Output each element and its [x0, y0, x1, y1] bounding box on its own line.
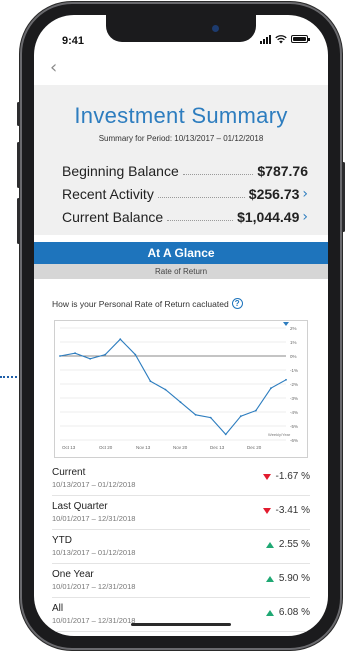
- return-period-dates: 10/01/2017 – 12/31/2018: [52, 616, 136, 625]
- recent-activity-value: $256.73: [248, 186, 300, 202]
- return-percent: 6.08 %: [278, 607, 310, 618]
- y-tick-label: -6%: [290, 438, 298, 443]
- current-balance-label: Current Balance: [62, 209, 164, 225]
- x-tick-label: Nov 20: [173, 445, 188, 450]
- return-period-dates: 10/01/2017 – 12/31/2018: [52, 582, 136, 591]
- data-point: [239, 415, 242, 418]
- triangle-down-icon: [262, 473, 271, 480]
- back-button[interactable]: ‹: [50, 57, 57, 78]
- triangle-up-icon: [265, 575, 274, 582]
- camera-icon: [212, 25, 219, 32]
- return-period-name: YTD: [52, 535, 72, 546]
- phone-screen: 9:41 ‹ Investment Summary Summary for Pe…: [34, 15, 328, 636]
- data-point: [134, 353, 137, 356]
- ror-question-text: How is your Personal Rate of Return cacl…: [52, 298, 229, 309]
- current-balance-value: $1,044.49: [237, 209, 300, 225]
- recent-activity-label: Recent Activity: [62, 186, 154, 202]
- y-tick-label: -3%: [290, 396, 298, 401]
- volume-down-button: [17, 198, 20, 244]
- help-icon[interactable]: ?: [231, 298, 243, 309]
- recent-activity-row[interactable]: Recent Activity $256.73 ›: [62, 184, 308, 202]
- list-item[interactable]: Last Quarter 10/01/2017 – 12/31/2018 -3.41…: [52, 496, 310, 530]
- x-tick-label: Dec 13: [210, 445, 225, 450]
- return-value: -3.41 %: [262, 505, 310, 516]
- triangle-up-icon: [265, 541, 274, 548]
- page-title: Investment Summary: [74, 103, 288, 128]
- list-item[interactable]: Current 10/13/2017 – 01/12/2018 -1.67 %: [52, 462, 310, 496]
- return-percent: -1.67 %: [275, 471, 310, 482]
- y-tick-label: 2%: [290, 326, 297, 331]
- data-point: [224, 433, 227, 436]
- mute-switch: [17, 102, 20, 126]
- return-value: -1.67 %: [262, 471, 310, 482]
- leader-dots: [182, 174, 254, 175]
- triangle-down-icon: [262, 507, 271, 514]
- battery-icon: [291, 35, 310, 43]
- beginning-balance-value: $787.76: [257, 163, 308, 179]
- current-balance-row[interactable]: Current Balance $1,044.49 ›: [62, 207, 308, 225]
- data-point: [270, 387, 272, 390]
- x-tick-label: Nov 13: [136, 445, 151, 450]
- rate-of-return-bar: Rate of Return: [34, 264, 328, 279]
- leader-dots: [157, 197, 245, 198]
- status-time: 9:41: [62, 35, 85, 47]
- data-point: [149, 380, 152, 383]
- status-icons: [260, 34, 310, 44]
- x-tick-label: Oct 13: [62, 445, 76, 450]
- wifi-icon: [275, 34, 287, 43]
- beginning-balance-row: Beginning Balance $787.76: [62, 161, 308, 179]
- y-tick-label: -4%: [290, 410, 298, 415]
- volume-up-button: [17, 142, 20, 188]
- data-point: [179, 401, 182, 404]
- y-tick-label: -5%: [290, 424, 298, 429]
- chart-note: Weekly/Year: [268, 432, 291, 437]
- data-point: [74, 352, 76, 355]
- return-percent: 5.90 %: [278, 573, 310, 584]
- return-percent: -3.41 %: [275, 505, 310, 516]
- y-tick-label: 0%: [290, 354, 297, 359]
- return-period-dates: 10/13/2017 – 01/12/2018: [52, 548, 136, 557]
- return-period-name: All: [52, 603, 64, 614]
- data-point: [285, 378, 287, 381]
- triangle-up-icon: [265, 609, 274, 616]
- ror-question[interactable]: How is your Personal Rate of Return cacl…: [52, 298, 243, 309]
- x-tick-label: Dec 20: [247, 445, 262, 450]
- return-period-dates: 10/01/2017 – 12/31/2018: [52, 514, 136, 523]
- list-item[interactable]: One Year 10/01/2017 – 12/31/2018 5.90 %: [52, 564, 310, 598]
- return-period-name: One Year: [52, 569, 94, 580]
- list-item[interactable]: YTD 10/13/2017 – 01/12/2018 2.55 %: [52, 530, 310, 564]
- home-indicator[interactable]: [131, 623, 231, 626]
- data-point: [164, 388, 167, 391]
- data-point: [209, 416, 212, 419]
- rate-of-return-chart: 2% 1% 0% -1% -2% -3% -4% -5% -6% Oct 13 Oct 20 Nov …: [54, 320, 308, 458]
- data-point: [119, 338, 122, 341]
- returns-list: Current 10/13/2017 – 01/12/2018 -1.67 % Las…: [34, 462, 328, 632]
- at-a-glance-header: At A Glance: [34, 242, 328, 264]
- return-value: 2.55 %: [265, 539, 310, 550]
- return-period-dates: 10/13/2017 – 01/12/2018: [52, 480, 136, 489]
- return-value: 5.90 %: [265, 573, 310, 584]
- return-period-name: Last Quarter: [52, 501, 108, 512]
- data-point: [89, 357, 92, 360]
- y-tick-label: -2%: [290, 382, 298, 387]
- leader-dots: [167, 220, 234, 221]
- x-tick-label: Oct 20: [99, 445, 113, 450]
- return-period-name: Current: [52, 467, 86, 478]
- return-percent: 2.55 %: [278, 539, 310, 550]
- chevron-right-icon[interactable]: ›: [302, 186, 308, 202]
- notch: [106, 15, 256, 42]
- y-tick-label: 1%: [290, 340, 297, 345]
- beginning-balance-label: Beginning Balance: [62, 163, 179, 179]
- list-item[interactable]: All 10/01/2017 – 12/31/2018 6.08 %: [52, 598, 310, 632]
- data-point: [104, 353, 107, 356]
- signal-icon: [260, 34, 271, 44]
- y-tick-label: -1%: [290, 368, 298, 373]
- data-point: [194, 413, 197, 416]
- data-point: [254, 409, 257, 412]
- return-value: 6.08 %: [265, 607, 310, 618]
- summary-period: Summary for Period: 10/13/2017 – 01/12/2…: [98, 134, 264, 143]
- chevron-right-icon[interactable]: ›: [302, 209, 308, 225]
- data-point: [59, 355, 61, 357]
